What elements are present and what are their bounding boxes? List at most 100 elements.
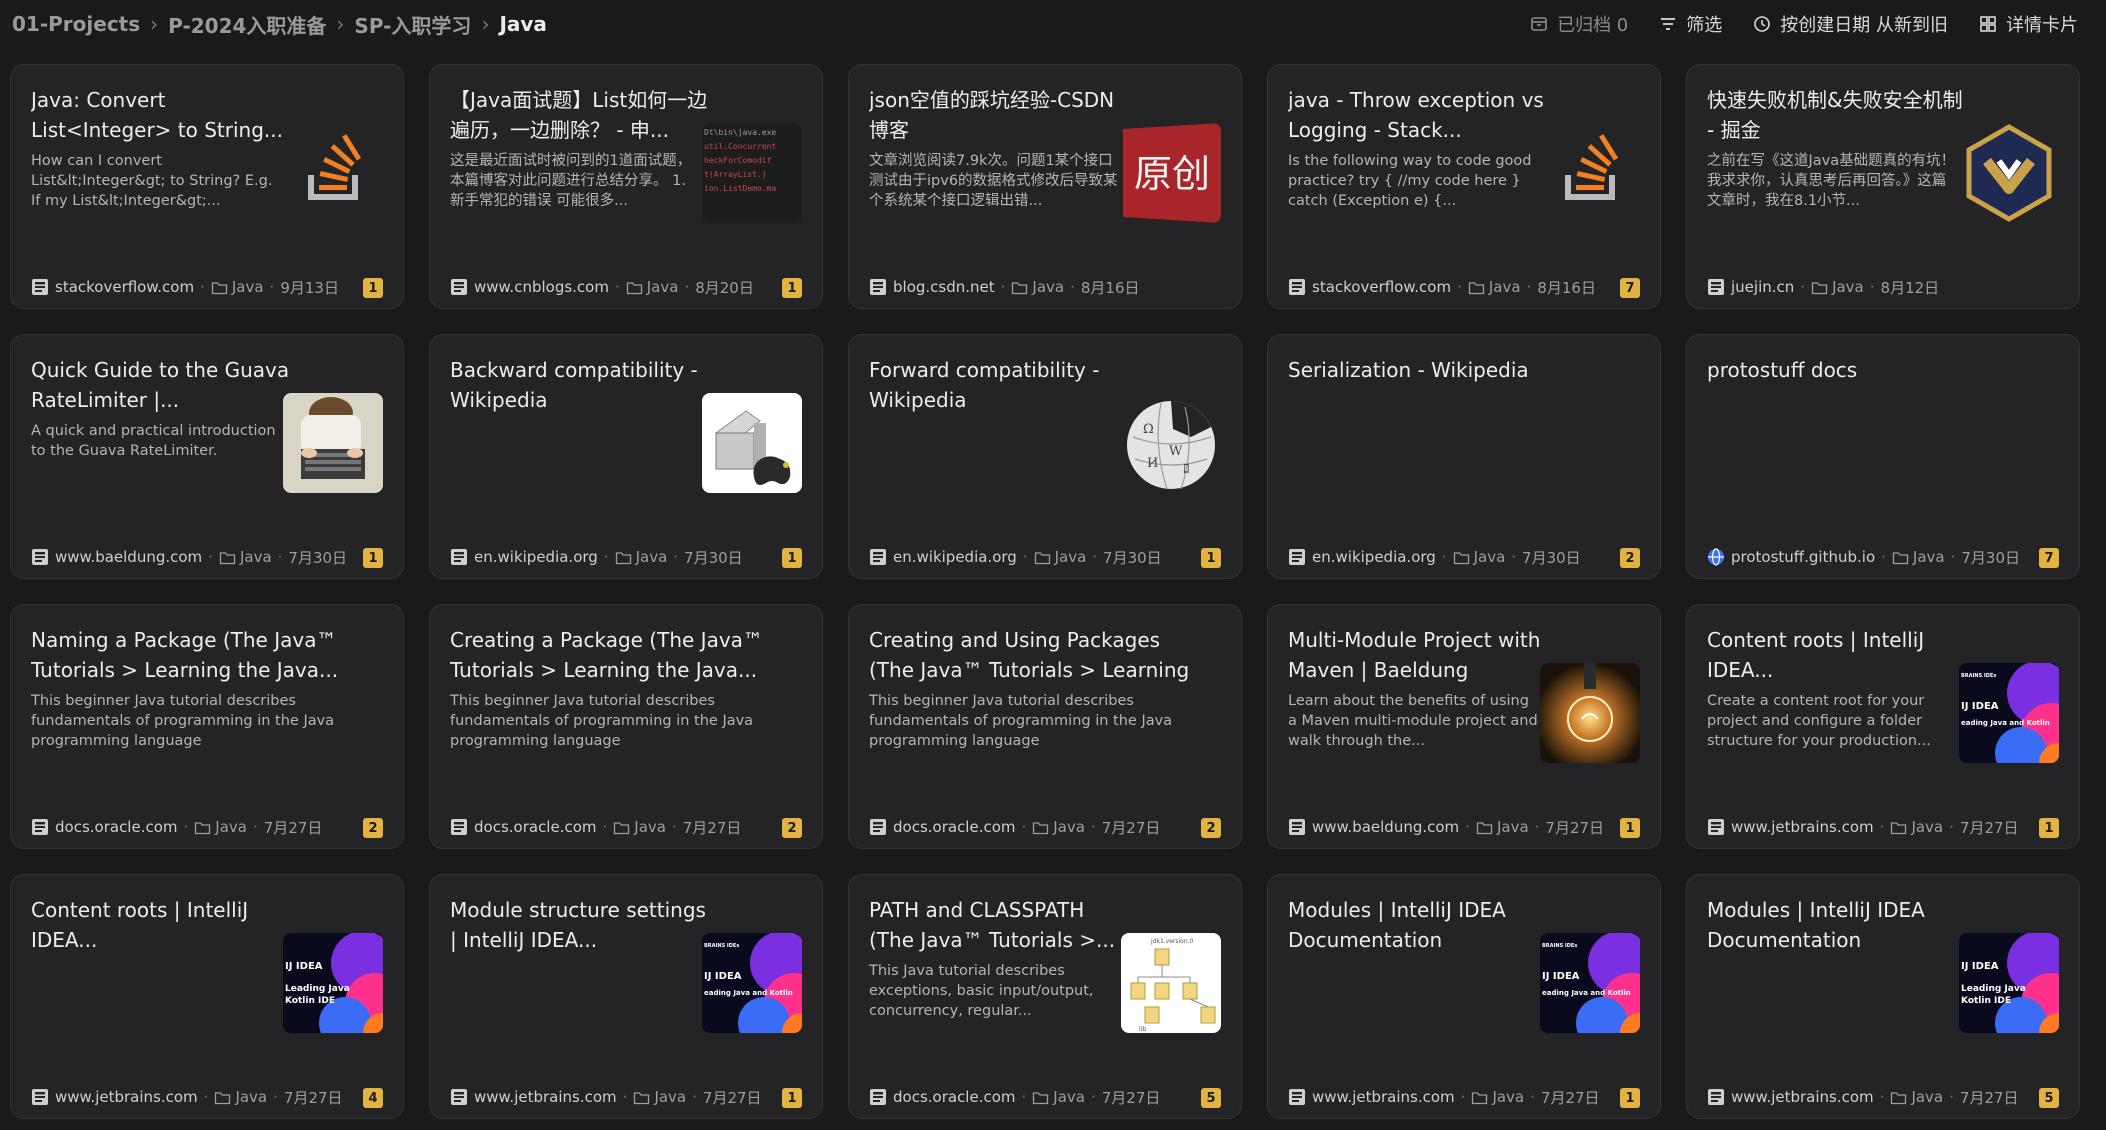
- card-folder[interactable]: Java: [1492, 1088, 1524, 1106]
- card-title[interactable]: Creating and Using Packages (The Java™ T…: [869, 625, 1209, 685]
- card-site[interactable]: docs.oracle.com: [893, 818, 1016, 836]
- card-site[interactable]: www.jetbrains.com: [1312, 1088, 1455, 1106]
- card-folder[interactable]: Java: [1055, 548, 1087, 566]
- bookmark-card[interactable]: Module structure settings | IntelliJ IDE…: [429, 874, 823, 1119]
- bookmark-card[interactable]: Content roots | IntelliJ IDEA... IJ IDEA…: [10, 874, 404, 1119]
- card-folder[interactable]: Java: [1832, 278, 1864, 296]
- archived-button[interactable]: 已归档 0: [1529, 11, 1628, 37]
- bookmark-card[interactable]: Quick Guide to the Guava RateLimiter |..…: [10, 334, 404, 579]
- card-title[interactable]: Backward compatibility - Wikipedia: [450, 355, 710, 415]
- card-title[interactable]: protostuff docs: [1707, 355, 2047, 385]
- card-site[interactable]: docs.oracle.com: [474, 818, 597, 836]
- card-site[interactable]: blog.csdn.net: [893, 278, 995, 296]
- card-title[interactable]: Java: Convert List<Integer> to String...: [31, 85, 291, 145]
- highlight-count-badge[interactable]: 4: [363, 1088, 383, 1108]
- highlight-count-badge[interactable]: 1: [1201, 548, 1221, 568]
- card-title[interactable]: json空值的踩坑经验-CSDN博客: [869, 85, 1129, 145]
- highlight-count-badge[interactable]: 5: [1201, 1088, 1221, 1108]
- highlight-count-badge[interactable]: 1: [782, 548, 802, 568]
- sort-button[interactable]: 按创建日期 从新到旧: [1752, 11, 1948, 37]
- card-folder[interactable]: Java: [1911, 818, 1943, 836]
- card-site[interactable]: www.jetbrains.com: [1731, 1088, 1874, 1106]
- bookmark-card[interactable]: Multi-Module Project with Maven | Baeldu…: [1267, 604, 1661, 849]
- highlight-count-badge[interactable]: 5: [2039, 1088, 2059, 1108]
- highlight-count-badge[interactable]: 1: [782, 1088, 802, 1108]
- card-folder[interactable]: Java: [232, 278, 264, 296]
- breadcrumb-item-p2024[interactable]: P-2024入职准备: [168, 10, 326, 39]
- bookmark-card[interactable]: PATH and CLASSPATH (The Java™ Tutorials …: [848, 874, 1242, 1119]
- card-site[interactable]: www.jetbrains.com: [474, 1088, 617, 1106]
- card-folder[interactable]: Java: [235, 1088, 267, 1106]
- filter-button[interactable]: 筛选: [1658, 11, 1722, 37]
- bookmark-card[interactable]: Modules | IntelliJ IDEA Documentation BR…: [1267, 874, 1661, 1119]
- highlight-count-badge[interactable]: 2: [782, 818, 802, 838]
- card-folder[interactable]: Java: [1053, 1088, 1085, 1106]
- card-site[interactable]: www.jetbrains.com: [1731, 818, 1874, 836]
- bookmark-card[interactable]: Java: Convert List<Integer> to String...…: [10, 64, 404, 309]
- bookmark-card[interactable]: Forward compatibility - Wikipedia ΩWИ ﾛ e…: [848, 334, 1242, 579]
- bookmark-card[interactable]: 快速失败机制&失败安全机制 - 掘金 之前在写《这道Java基础题真的有坑！我求…: [1686, 64, 2080, 309]
- card-title[interactable]: Forward compatibility - Wikipedia: [869, 355, 1129, 415]
- highlight-count-badge[interactable]: 1: [2039, 818, 2059, 838]
- card-site[interactable]: www.baeldung.com: [1312, 818, 1459, 836]
- card-folder[interactable]: Java: [1032, 278, 1064, 296]
- card-folder[interactable]: Java: [1489, 278, 1521, 296]
- card-title[interactable]: Multi-Module Project with Maven | Baeldu…: [1288, 625, 1548, 685]
- bookmark-card[interactable]: Content roots | IntelliJ IDEA... Create …: [1686, 604, 2080, 849]
- card-title[interactable]: java - Throw exception vs Logging - Stac…: [1288, 85, 1548, 145]
- bookmark-card[interactable]: Creating and Using Packages (The Java™ T…: [848, 604, 1242, 849]
- bookmark-card[interactable]: Modules | IntelliJ IDEA Documentation IJ…: [1686, 874, 2080, 1119]
- card-folder[interactable]: Java: [240, 548, 272, 566]
- card-site[interactable]: protostuff.github.io: [1731, 548, 1875, 566]
- card-site[interactable]: docs.oracle.com: [55, 818, 178, 836]
- bookmark-card[interactable]: json空值的踩坑经验-CSDN博客 文章浏览阅读7.9k次。问题1某个接口测试…: [848, 64, 1242, 309]
- highlight-count-badge[interactable]: 7: [1620, 278, 1640, 298]
- card-title[interactable]: 【Java面试题】List如何一边遍历，一边删除？ - 申...: [450, 85, 710, 145]
- card-folder[interactable]: Java: [636, 548, 668, 566]
- highlight-count-badge[interactable]: 2: [1201, 818, 1221, 838]
- card-folder[interactable]: Java: [1474, 548, 1506, 566]
- card-title[interactable]: Modules | IntelliJ IDEA Documentation: [1288, 895, 1548, 955]
- bookmark-card[interactable]: Creating a Package (The Java™ Tutorials …: [429, 604, 823, 849]
- bookmark-card[interactable]: Serialization - Wikipedia en.wikipedia.o…: [1267, 334, 1661, 579]
- card-title[interactable]: PATH and CLASSPATH (The Java™ Tutorials …: [869, 895, 1129, 955]
- card-folder[interactable]: Java: [647, 278, 679, 296]
- card-folder[interactable]: Java: [654, 1088, 686, 1106]
- card-site[interactable]: en.wikipedia.org: [1312, 548, 1436, 566]
- highlight-count-badge[interactable]: 1: [363, 278, 383, 298]
- breadcrumb-item-projects[interactable]: 01-Projects: [12, 12, 140, 36]
- card-site[interactable]: en.wikipedia.org: [474, 548, 598, 566]
- card-title[interactable]: Creating a Package (The Java™ Tutorials …: [450, 625, 790, 685]
- card-site[interactable]: www.jetbrains.com: [55, 1088, 198, 1106]
- view-mode-button[interactable]: 详情卡片: [1978, 11, 2078, 37]
- highlight-count-badge[interactable]: 7: [2039, 548, 2059, 568]
- bookmark-card[interactable]: Backward compatibility - Wikipedia en.wi…: [429, 334, 823, 579]
- bookmark-card[interactable]: Naming a Package (The Java™ Tutorials > …: [10, 604, 404, 849]
- card-site[interactable]: en.wikipedia.org: [893, 548, 1017, 566]
- bookmark-card[interactable]: protostuff docs protostuff.github.io · J…: [1686, 334, 2080, 579]
- card-title[interactable]: Content roots | IntelliJ IDEA...: [1707, 625, 1967, 685]
- card-folder[interactable]: Java: [1911, 1088, 1943, 1106]
- highlight-count-badge[interactable]: 1: [363, 548, 383, 568]
- highlight-count-badge[interactable]: 1: [782, 278, 802, 298]
- card-title[interactable]: Modules | IntelliJ IDEA Documentation: [1707, 895, 1967, 955]
- card-folder[interactable]: Java: [1913, 548, 1945, 566]
- card-title[interactable]: 快速失败机制&失败安全机制 - 掘金: [1707, 85, 1967, 145]
- card-title[interactable]: Module structure settings | IntelliJ IDE…: [450, 895, 710, 955]
- card-title[interactable]: Content roots | IntelliJ IDEA...: [31, 895, 291, 955]
- card-site[interactable]: juejin.cn: [1731, 278, 1794, 296]
- highlight-count-badge[interactable]: 1: [1620, 1088, 1640, 1108]
- card-site[interactable]: stackoverflow.com: [1312, 278, 1451, 296]
- card-site[interactable]: stackoverflow.com: [55, 278, 194, 296]
- card-site[interactable]: docs.oracle.com: [893, 1088, 1016, 1106]
- card-site[interactable]: www.cnblogs.com: [474, 278, 609, 296]
- card-title[interactable]: Naming a Package (The Java™ Tutorials > …: [31, 625, 371, 685]
- breadcrumb-item-sp[interactable]: SP-入职学习: [354, 10, 471, 39]
- bookmark-card[interactable]: 【Java面试题】List如何一边遍历，一边删除？ - 申... 这是最近面试时…: [429, 64, 823, 309]
- card-site[interactable]: www.baeldung.com: [55, 548, 202, 566]
- highlight-count-badge[interactable]: 2: [1620, 548, 1640, 568]
- card-folder[interactable]: Java: [1053, 818, 1085, 836]
- card-folder[interactable]: Java: [1497, 818, 1529, 836]
- card-folder[interactable]: Java: [634, 818, 666, 836]
- bookmark-card[interactable]: java - Throw exception vs Logging - Stac…: [1267, 64, 1661, 309]
